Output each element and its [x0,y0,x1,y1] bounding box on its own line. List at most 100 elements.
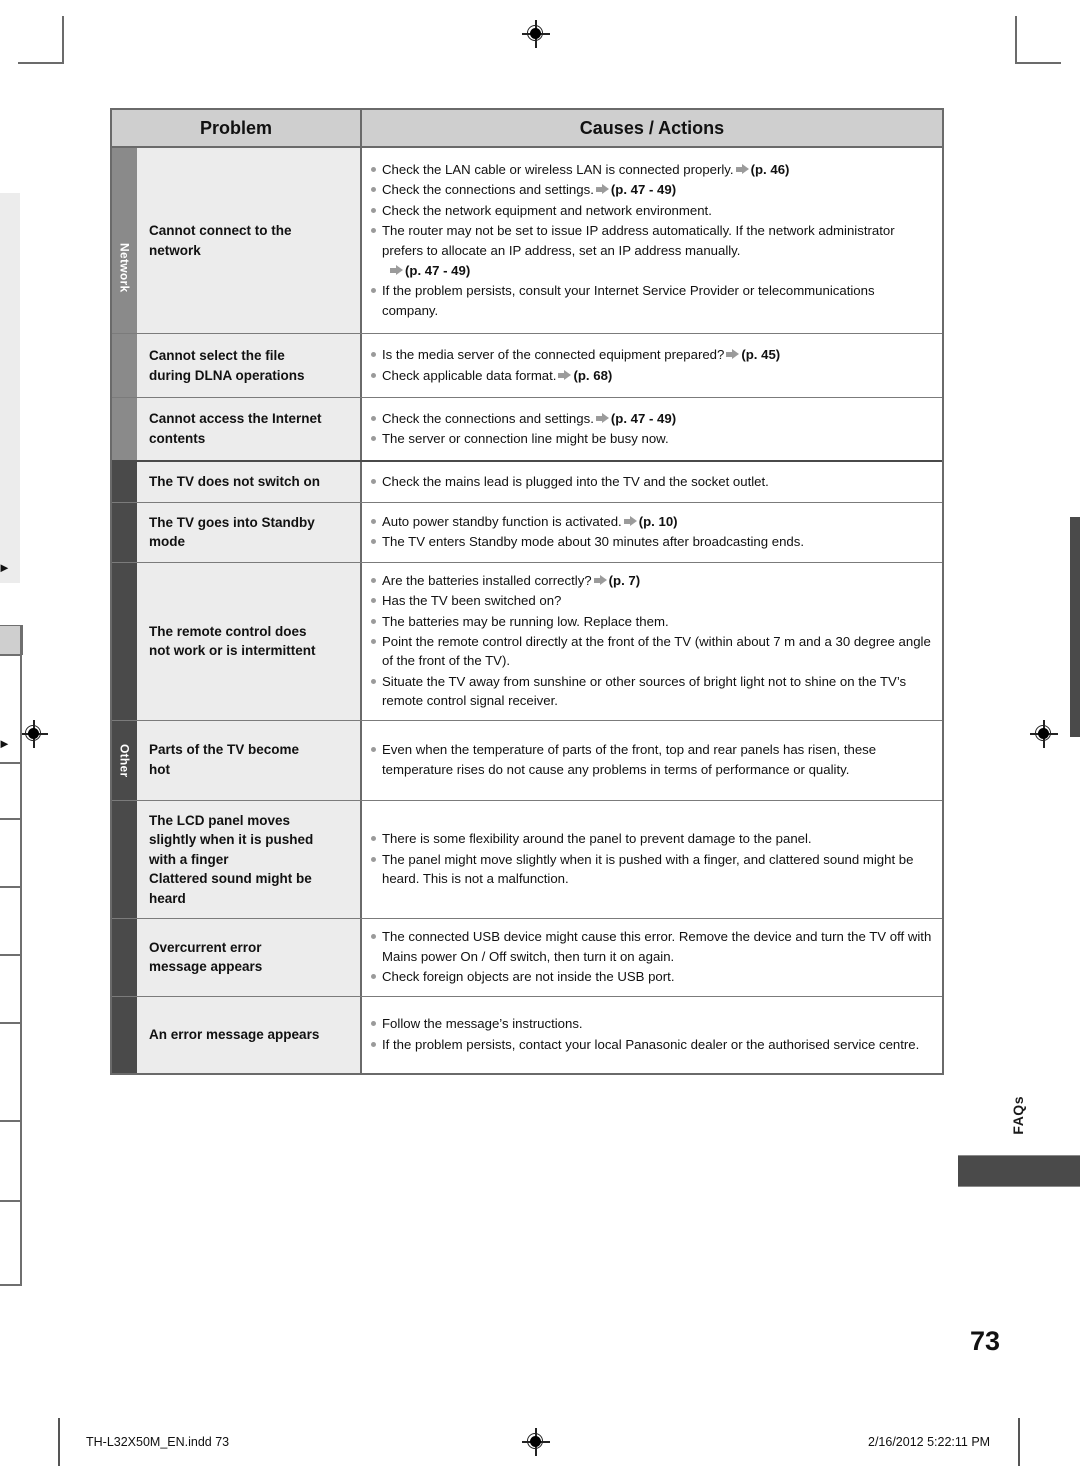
bleed-row-rule-1 [0,654,22,656]
registration-mark-top [522,20,550,48]
table-row: Network Cannot connect to the network Che… [112,148,942,334]
problem-cell: The remote control does not work or is in… [137,562,362,720]
column-header-causes: Causes / Actions [579,117,725,138]
causes-cell: Is the media server of the connected equ… [362,334,942,397]
causes-cell: Check the LAN cable or wireless LAN is c… [362,148,942,333]
problem-text: Parts of the TV become hot [149,742,300,778]
problem-cell: The TV does not switch on [137,462,362,502]
cause-item: Even when the temperature of parts of th… [370,740,934,779]
group-tab-other [112,462,137,502]
cause-item: The panel might move slightly when it is… [370,850,934,889]
cause-item: Auto power standby function is activated… [370,512,934,531]
causes-list: Is the media server of the connected equ… [370,345,934,386]
cause-item: Check the network equipment and network … [370,201,934,220]
footer-divider-left [58,1418,60,1466]
table-row: Other Parts of the TV become hot Even whe… [112,720,942,801]
bleed-arrow-glyph-lower: ► [0,736,11,751]
arrow-right-icon [726,349,740,360]
cause-item: If the problem persists, contact your lo… [370,1035,934,1054]
arrow-right-icon [558,369,572,381]
column-header-problem: Problem [112,110,362,146]
cause-item: Check the connections and settings. (p. 4… [370,180,934,199]
problem-text: Cannot access the Internet contents [149,411,322,446]
problem-cell: The LCD panel moves slightly when it is p… [137,800,362,919]
table-row: An error message appears Follow the mess… [112,996,942,1073]
table-header-row: Problem Causes / Actions [112,110,942,148]
footer-file-name: TH-L32X50M_EN.indd 73 [86,1435,230,1449]
causes-list: Check the mains lead is plugged into the… [370,472,934,492]
section-tab-faqs-label: FAQs [1010,1096,1026,1135]
problem-text: Overcurrent error message appears [149,939,263,975]
causes-cell: There is some flexibility around the pan… [362,800,942,919]
crop-mark-top-right-vertical [1015,16,1017,62]
causes-cell: Even when the temperature of parts of th… [362,720,942,800]
table-body: Network Cannot connect to the network Che… [112,148,942,1073]
cause-item: Check foreign objects are not inside the… [370,967,934,986]
cause-item: Situate the TV away from sunshine or oth… [370,672,934,711]
crop-mark-top-left-vertical [62,16,64,62]
page-number: 73 [969,1326,1000,1356]
footer-timestamp: 2/16/2012 5:22:11 PM [868,1435,991,1449]
bleed-row-rule-3 [0,818,22,820]
cause-item: Check the connections and settings. (p. 4… [370,409,934,428]
arrow-right-icon [735,163,749,175]
table-row: The remote control does not work or is in… [112,562,942,721]
causes-cell: Check the mains lead is plugged into the… [362,462,942,502]
cause-item: The TV enters Standby mode about 30 minu… [370,532,934,551]
problem-text: The remote control does not work or is in… [149,623,316,659]
bleed-row-rule-6 [0,1022,22,1024]
cause-item: The connected USB device might cause thi… [370,927,934,966]
problem-text: An error message appears [149,1026,320,1042]
cause-item-continuation: (p. 47 - 49) [370,261,934,280]
problem-text: Cannot select the file during DLNA operat… [149,347,305,383]
section-tab-bar [958,1155,1080,1187]
registration-mark-left [20,720,48,748]
arrow-right-icon [623,515,637,527]
crop-mark-top-left-horizontal [18,62,64,64]
table-row: Cannot select the file during DLNA operat… [112,334,942,398]
group-tab-other: Other [112,720,137,800]
causes-list: The connected USB device might cause thi… [370,927,934,987]
cause-item: If the problem persists, consult your In… [370,281,934,320]
cause-item: Follow the message’s instructions. [370,1014,934,1033]
table-row: The TV goes into Standby mode Auto power … [112,502,942,563]
cause-item: There is some flexibility around the pan… [370,829,934,848]
group-tab-other [112,996,137,1073]
cause-item: The batteries may be running low. Replac… [370,612,934,631]
cause-item: Check the LAN cable or wireless LAN is c… [370,160,934,179]
group-tab-network [112,398,137,460]
registration-mark-right [1030,720,1058,748]
cause-item: Check applicable data format. (p. 68) [370,366,934,385]
group-tab-other [112,502,137,562]
problem-text: The TV goes into Standby mode [149,514,315,550]
problem-cell: Cannot connect to the network [137,148,362,333]
problem-cell: Parts of the TV become hot [137,720,362,800]
causes-list: Auto power standby function is activated… [370,512,934,553]
causes-cell: Check the connections and settings. (p. 4… [362,398,942,460]
group-tab-other-label: Other [117,743,132,778]
group-tab-other [112,919,137,996]
cause-item: Point the remote control directly at the… [370,632,934,671]
causes-list: Even when the temperature of parts of th… [370,740,934,780]
bleed-row-rule-8 [0,1200,22,1202]
group-tab-network-label: Network [117,243,132,293]
causes-cell: Auto power standby function is activated… [362,502,942,562]
section-tab-faqs: FAQs [956,1096,1080,1140]
causes-cell: Are the batteries installed correctly? (p… [362,562,942,720]
crop-mark-top-right-horizontal [1015,62,1061,64]
problem-cell: The TV goes into Standby mode [137,502,362,562]
bleed-side-tab [1070,517,1080,737]
cause-item: Has the TV been switched on? [370,591,934,610]
bleed-row-rule-5 [0,954,22,956]
problem-text: Cannot connect to the network [149,222,292,258]
group-tab-network: Network [112,148,137,333]
causes-list: Check the connections and settings. (p. 4… [370,409,934,450]
causes-cell: The connected USB device might cause thi… [362,919,942,996]
problem-text: The LCD panel moves slightly when it is p… [149,812,314,906]
bleed-panel-upper [0,193,20,583]
problem-text: The TV does not switch on [149,474,321,489]
causes-list: Are the batteries installed correctly? (p… [370,571,934,712]
troubleshooting-table: Problem Causes / Actions Network Cannot … [110,108,944,1075]
bleed-row-rule-2 [0,762,22,764]
cause-item: The router may not be set to issue IP ad… [370,221,934,260]
